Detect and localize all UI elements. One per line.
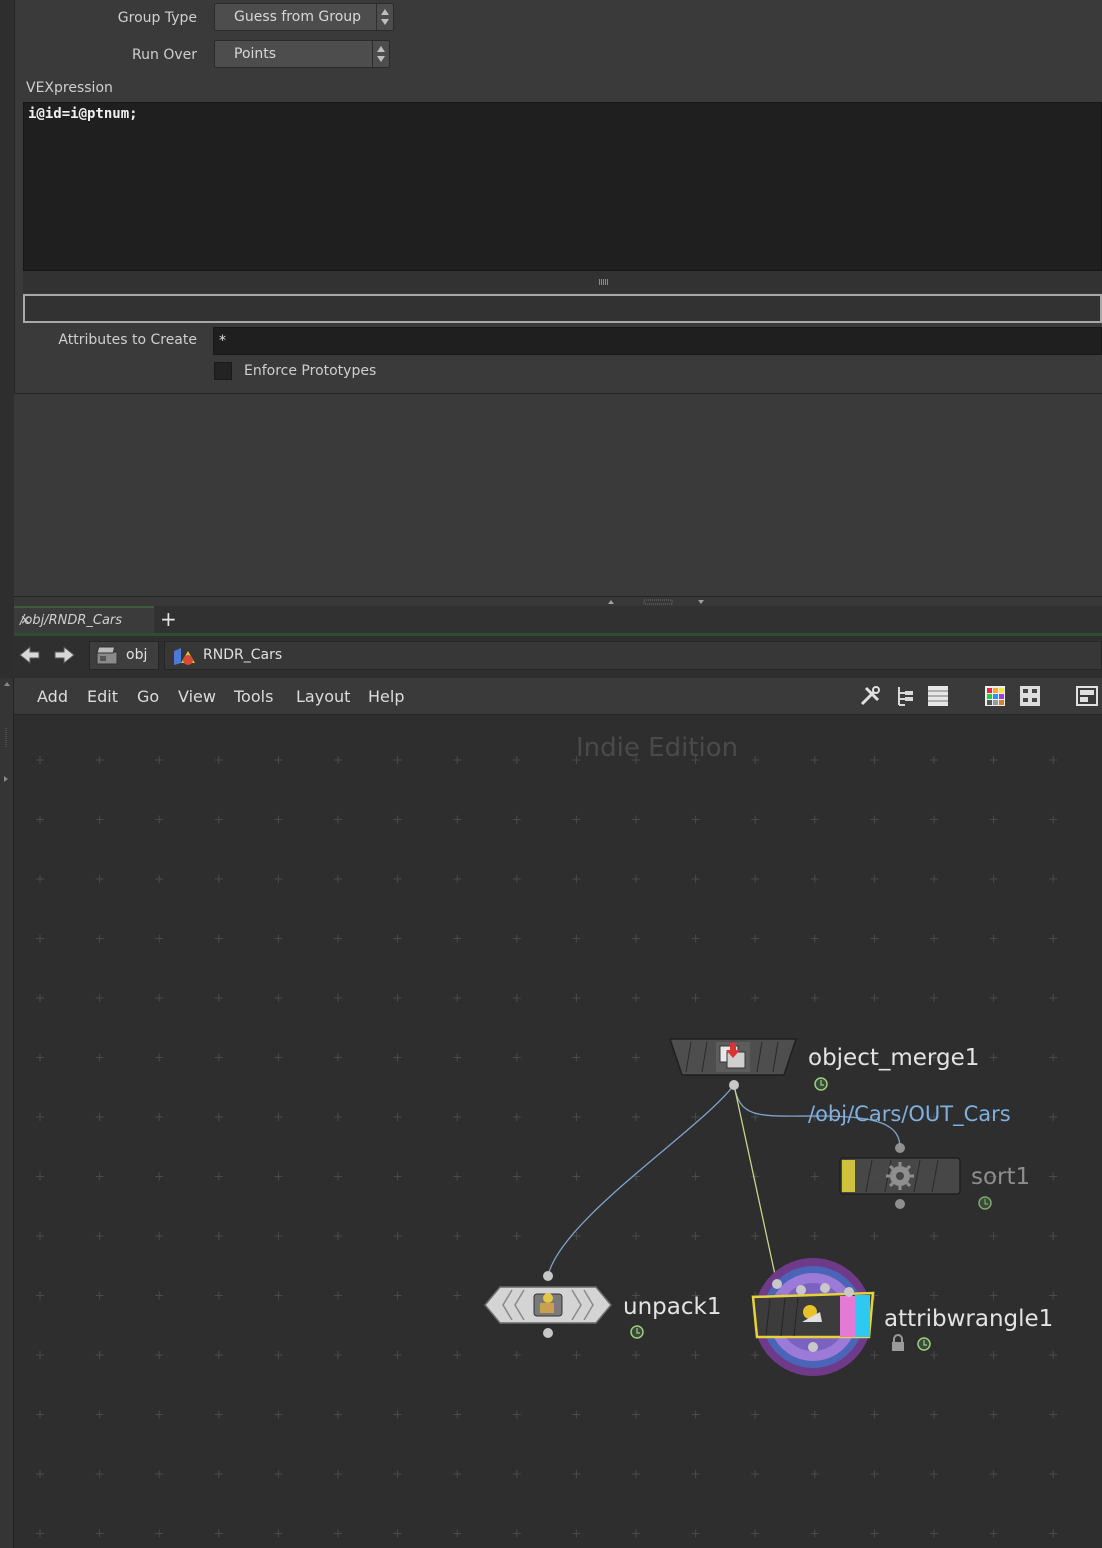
object-merge-path-label: /obj/Cars/OUT_Cars [808,1102,1011,1127]
timer-icon [630,1325,644,1339]
unpack-icon [533,1293,563,1317]
timer-icon [917,1337,931,1351]
lock-icon [892,1334,904,1351]
object-merge-node[interactable] [668,1038,798,1090]
attribwrangle-node[interactable] [751,1258,875,1376]
unpack-label: unpack1 [623,1294,721,1320]
sort-label: sort1 [971,1164,1030,1190]
object-merge-label: object_merge1 [808,1045,979,1071]
unpack-node[interactable] [484,1271,612,1338]
timer-icon [814,1077,828,1091]
attribwrangle-label: attribwrangle1 [884,1306,1053,1332]
wire-to-wrangle [733,1084,778,1285]
node-graph: object_merge1 /obj/Cars/OUT_Cars sort1 u… [484,1038,1053,1376]
wire-to-unpack [547,1084,735,1277]
gear-icon [886,1162,914,1190]
timer-icon [978,1196,992,1210]
sort-node[interactable] [839,1143,961,1209]
